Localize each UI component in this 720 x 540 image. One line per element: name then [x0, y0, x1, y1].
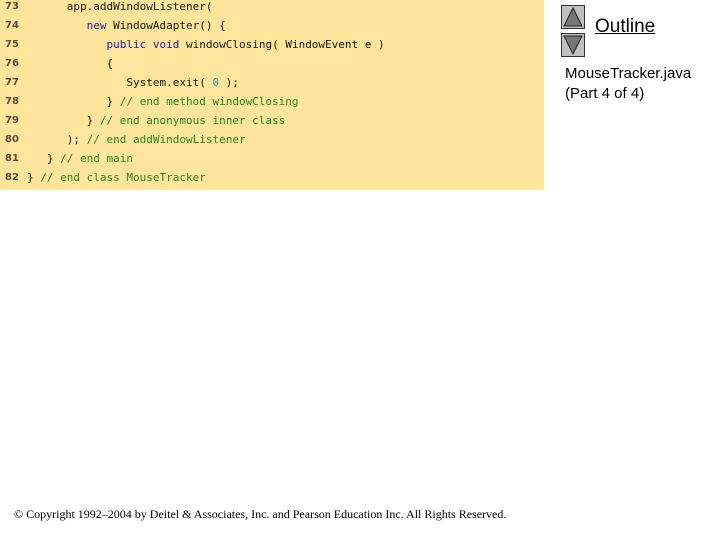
line-number: 73	[5, 1, 19, 12]
code-token: }	[46, 152, 61, 165]
keyword-token: new	[86, 19, 107, 32]
code-text: } // end class MouseTracker	[27, 168, 206, 187]
code-line: 78 } // end method windowClosing	[0, 92, 544, 111]
code-line: 75 public void windowClosing( WindowEven…	[0, 35, 544, 54]
copyright-footer: © Copyright 1992–2004 by Deitel & Associ…	[14, 507, 507, 521]
line-number: 79	[5, 115, 19, 126]
triangle-down-icon	[563, 35, 583, 56]
code-text: } // end anonymous inner class	[27, 111, 286, 130]
comment-token: // end method windowClosing	[119, 95, 299, 108]
code-text: ); // end addWindowListener	[27, 130, 246, 149]
comment-token: // end class MouseTracker	[40, 171, 206, 184]
code-line: 77 System.exit( 0 );	[0, 73, 544, 92]
line-number: 81	[5, 153, 19, 164]
triangle-up-icon	[563, 6, 583, 27]
line-number: 76	[5, 58, 19, 69]
line-number: 80	[5, 134, 19, 145]
code-token: );	[66, 133, 87, 146]
code-token: );	[219, 76, 239, 89]
comment-token: // end anonymous inner class	[99, 114, 286, 127]
code-text: public void windowClosing( WindowEvent e…	[27, 35, 385, 54]
outline-link[interactable]: Outline	[595, 16, 655, 38]
code-line: 74 new WindowAdapter() {	[0, 16, 544, 35]
keyword-token: public	[106, 38, 147, 51]
line-number: 78	[5, 96, 19, 107]
line-number: 82	[5, 172, 19, 183]
next-slide-button[interactable]	[561, 33, 585, 57]
code-line: 82} // end class MouseTracker	[0, 168, 544, 187]
code-text: new WindowAdapter() {	[27, 16, 226, 35]
file-title: MouseTracker.java (Part 4 of 4)	[565, 64, 691, 104]
code-text: app.addWindowListener(	[27, 0, 213, 16]
code-token: }	[106, 95, 120, 108]
code-listing: 73 app.addWindowListener(74 new WindowAd…	[0, 0, 544, 190]
code-line: 81 } // end main	[0, 149, 544, 168]
code-token: System.exit(	[126, 76, 213, 89]
code-line: 73 app.addWindowListener(	[0, 0, 544, 16]
keyword-token: void	[152, 38, 180, 51]
code-token: }	[27, 171, 41, 184]
code-token: WindowAdapter() {	[106, 19, 226, 32]
code-text: {	[27, 54, 113, 73]
comment-token: // end main	[60, 152, 133, 165]
line-number: 75	[5, 39, 19, 50]
line-number: 77	[5, 77, 19, 88]
file-name: MouseTracker.java	[565, 65, 692, 82]
code-text: } // end method windowClosing	[27, 92, 299, 111]
code-token: }	[86, 114, 100, 127]
code-token: app.addWindowListener(	[66, 0, 213, 13]
line-number: 74	[5, 20, 19, 31]
code-line: 79 } // end anonymous inner class	[0, 111, 544, 130]
code-text: System.exit( 0 );	[27, 73, 239, 92]
code-line: 76 {	[0, 54, 544, 73]
code-line: 80 ); // end addWindowListener	[0, 130, 544, 149]
file-part: (Part 4 of 4)	[565, 85, 645, 102]
comment-token: // end addWindowListener	[86, 133, 246, 146]
code-text: } // end main	[27, 149, 133, 168]
code-token: {	[106, 57, 114, 70]
code-token: windowClosing( WindowEvent e )	[179, 38, 385, 51]
previous-slide-button[interactable]	[561, 5, 585, 29]
